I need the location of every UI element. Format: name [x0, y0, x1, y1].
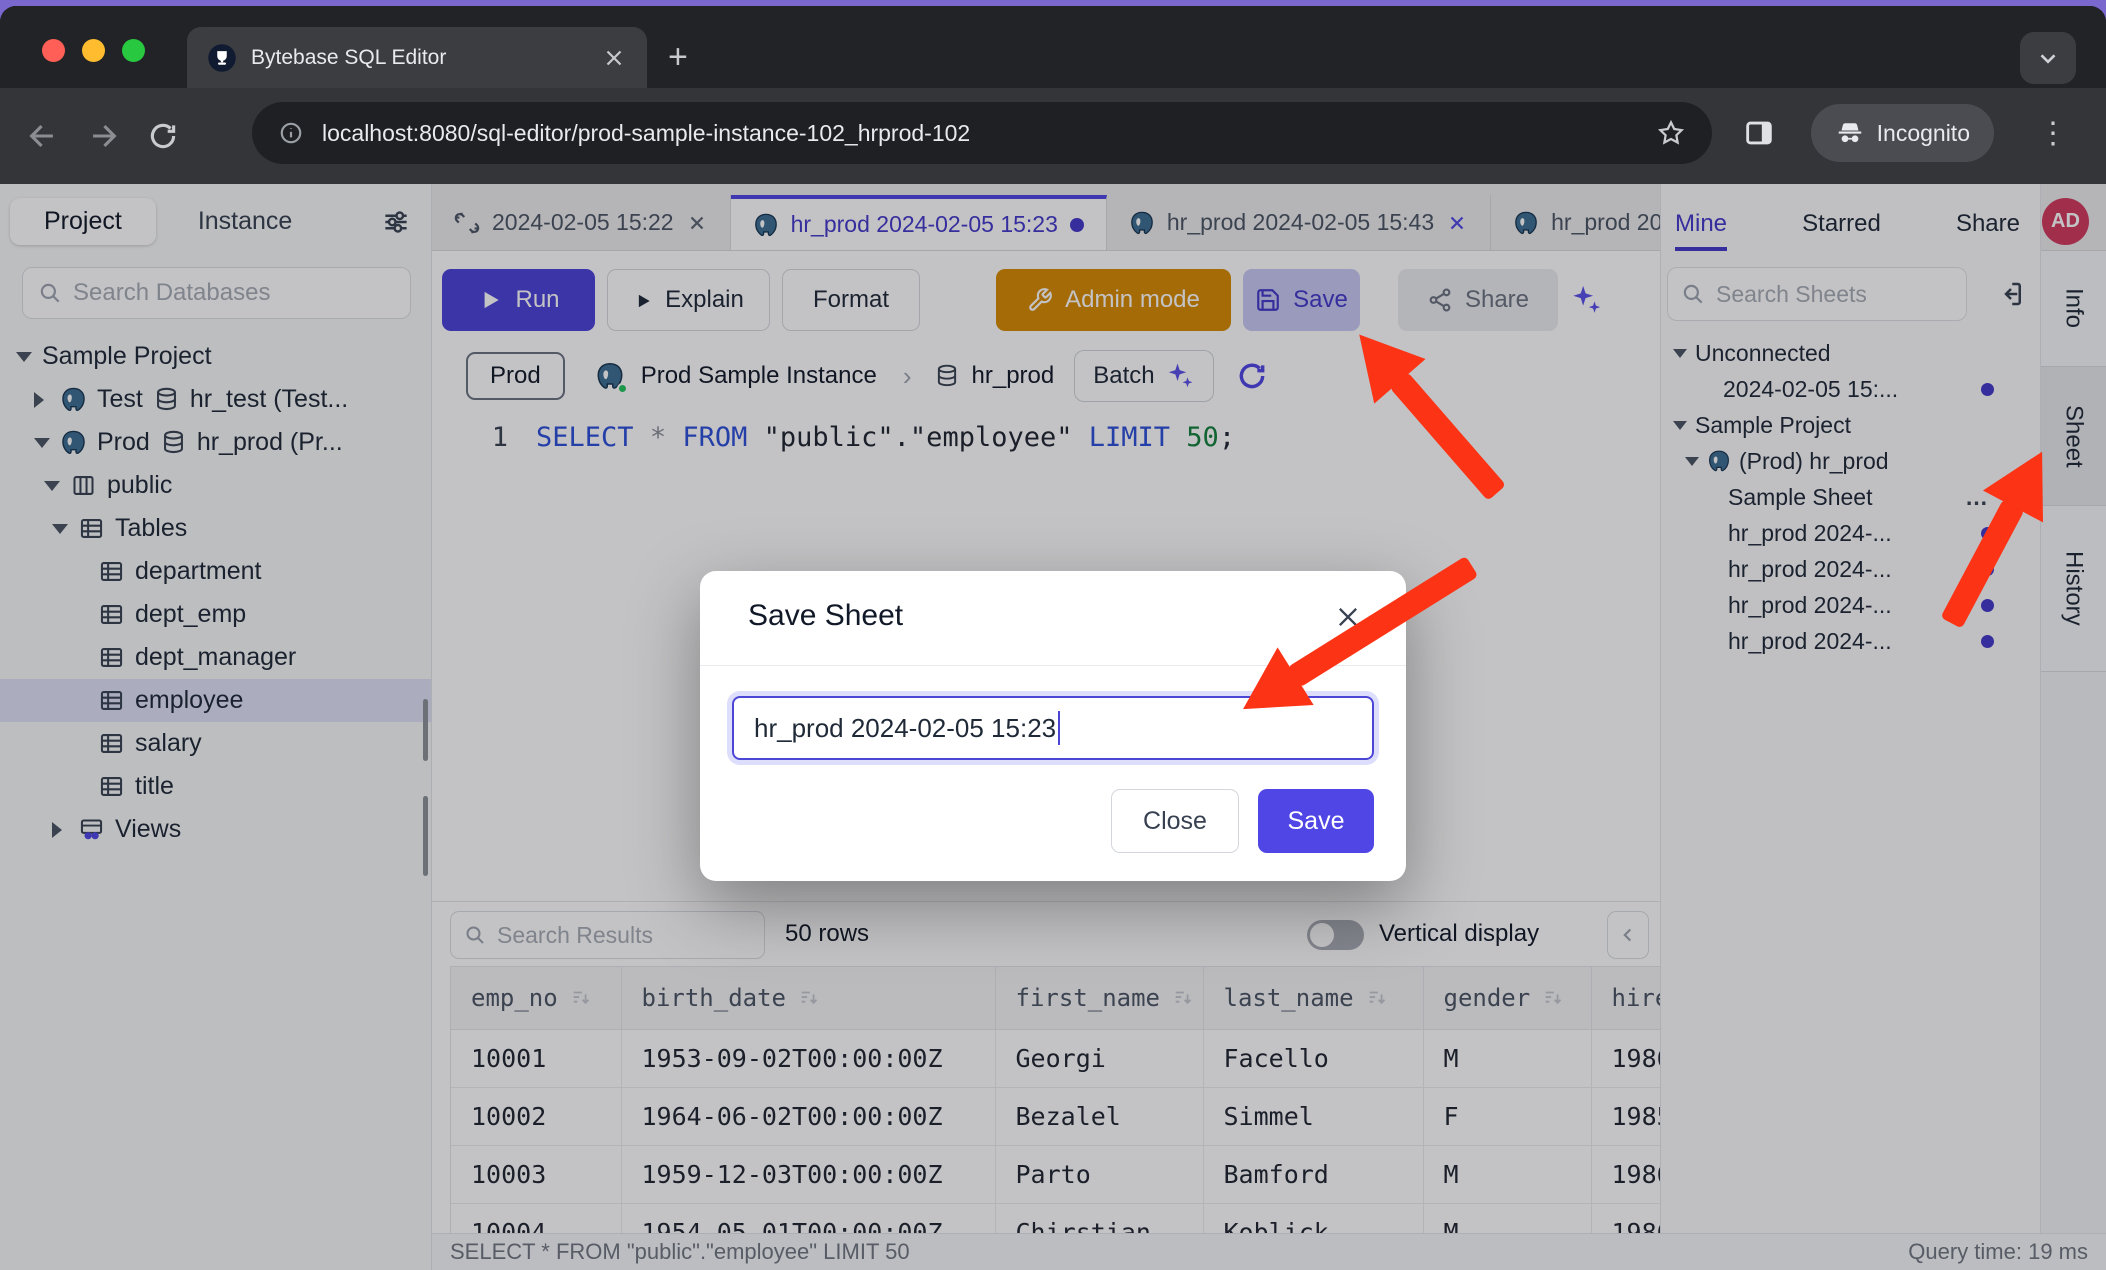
browser-toolbar: localhost:8080/sql-editor/prod-sample-in…	[0, 88, 2106, 184]
close-tab-icon[interactable]	[601, 45, 627, 71]
incognito-badge: Incognito	[1811, 104, 1994, 162]
dialog-title: Save Sheet	[748, 599, 903, 633]
window-controls	[42, 39, 145, 62]
save-sheet-dialog: Save Sheet hr_prod 2024-02-05 15:23 Clos…	[700, 571, 1406, 881]
reload-icon[interactable]	[146, 119, 180, 153]
forward-icon[interactable]	[86, 119, 120, 153]
browser-menu-icon[interactable]: ⋮	[2038, 116, 2068, 151]
browser-tabstrip: Bytebase SQL Editor +	[0, 6, 2106, 88]
incognito-icon	[1835, 118, 1865, 148]
minimize-window-button[interactable]	[82, 39, 105, 62]
bytebase-favicon-icon	[207, 43, 237, 73]
zoom-window-button[interactable]	[122, 39, 145, 62]
bytebase-app: Project Instance Sample ProjectTesthr_te…	[0, 184, 2106, 1270]
text-cursor	[1058, 711, 1060, 745]
side-panel-icon[interactable]	[1742, 116, 1776, 150]
browser-tab[interactable]: Bytebase SQL Editor	[187, 27, 647, 88]
bookmark-star-icon[interactable]	[1656, 118, 1686, 148]
browser-tab-title: Bytebase SQL Editor	[251, 46, 587, 70]
browser-window: Bytebase SQL Editor +	[0, 6, 2106, 1270]
address-bar[interactable]: localhost:8080/sql-editor/prod-sample-in…	[252, 102, 1712, 164]
site-info-icon[interactable]	[278, 120, 304, 146]
url-text: localhost:8080/sql-editor/prod-sample-in…	[322, 120, 1638, 147]
sheet-name-value: hr_prod 2024-02-05 15:23	[754, 713, 1056, 744]
back-icon[interactable]	[26, 119, 60, 153]
dialog-close-button[interactable]: Close	[1111, 789, 1239, 853]
dialog-save-button[interactable]: Save	[1258, 789, 1374, 853]
new-tab-button[interactable]: +	[668, 42, 688, 72]
incognito-label: Incognito	[1877, 120, 1970, 147]
screenshot-root: Bytebase SQL Editor +	[0, 0, 2106, 1270]
tab-search-button[interactable]	[2020, 32, 2076, 84]
close-window-button[interactable]	[42, 39, 65, 62]
